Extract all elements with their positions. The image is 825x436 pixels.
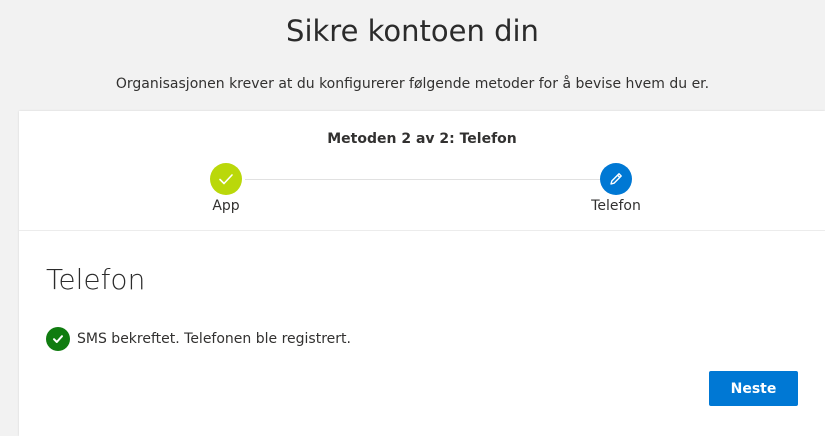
checkmark-icon — [219, 174, 233, 185]
pencil-icon — [610, 173, 622, 185]
status-message-row: SMS bekreftet. Telefonen ble registrert. — [46, 327, 351, 351]
step-app-label: App — [212, 198, 240, 214]
step-progress-title: Metoden 2 av 2: Telefon — [327, 131, 517, 147]
page-title: Sikre kontoen din — [286, 14, 539, 48]
next-button[interactable]: Neste — [709, 371, 798, 406]
section-heading: Telefon — [46, 263, 146, 296]
step-app-indicator — [210, 163, 242, 195]
setup-card: Metoden 2 av 2: Telefon App Telefon Tele… — [19, 111, 825, 436]
status-message: SMS bekreftet. Telefonen ble registrert. — [77, 331, 351, 347]
page-subtitle: Organisasjonen krever at du konfigurerer… — [115, 76, 710, 92]
step-phone-label: Telefon — [591, 198, 641, 214]
success-check-icon — [46, 327, 70, 351]
step-phone-indicator — [600, 163, 632, 195]
section-divider — [19, 230, 825, 231]
progress-connector — [245, 179, 621, 180]
